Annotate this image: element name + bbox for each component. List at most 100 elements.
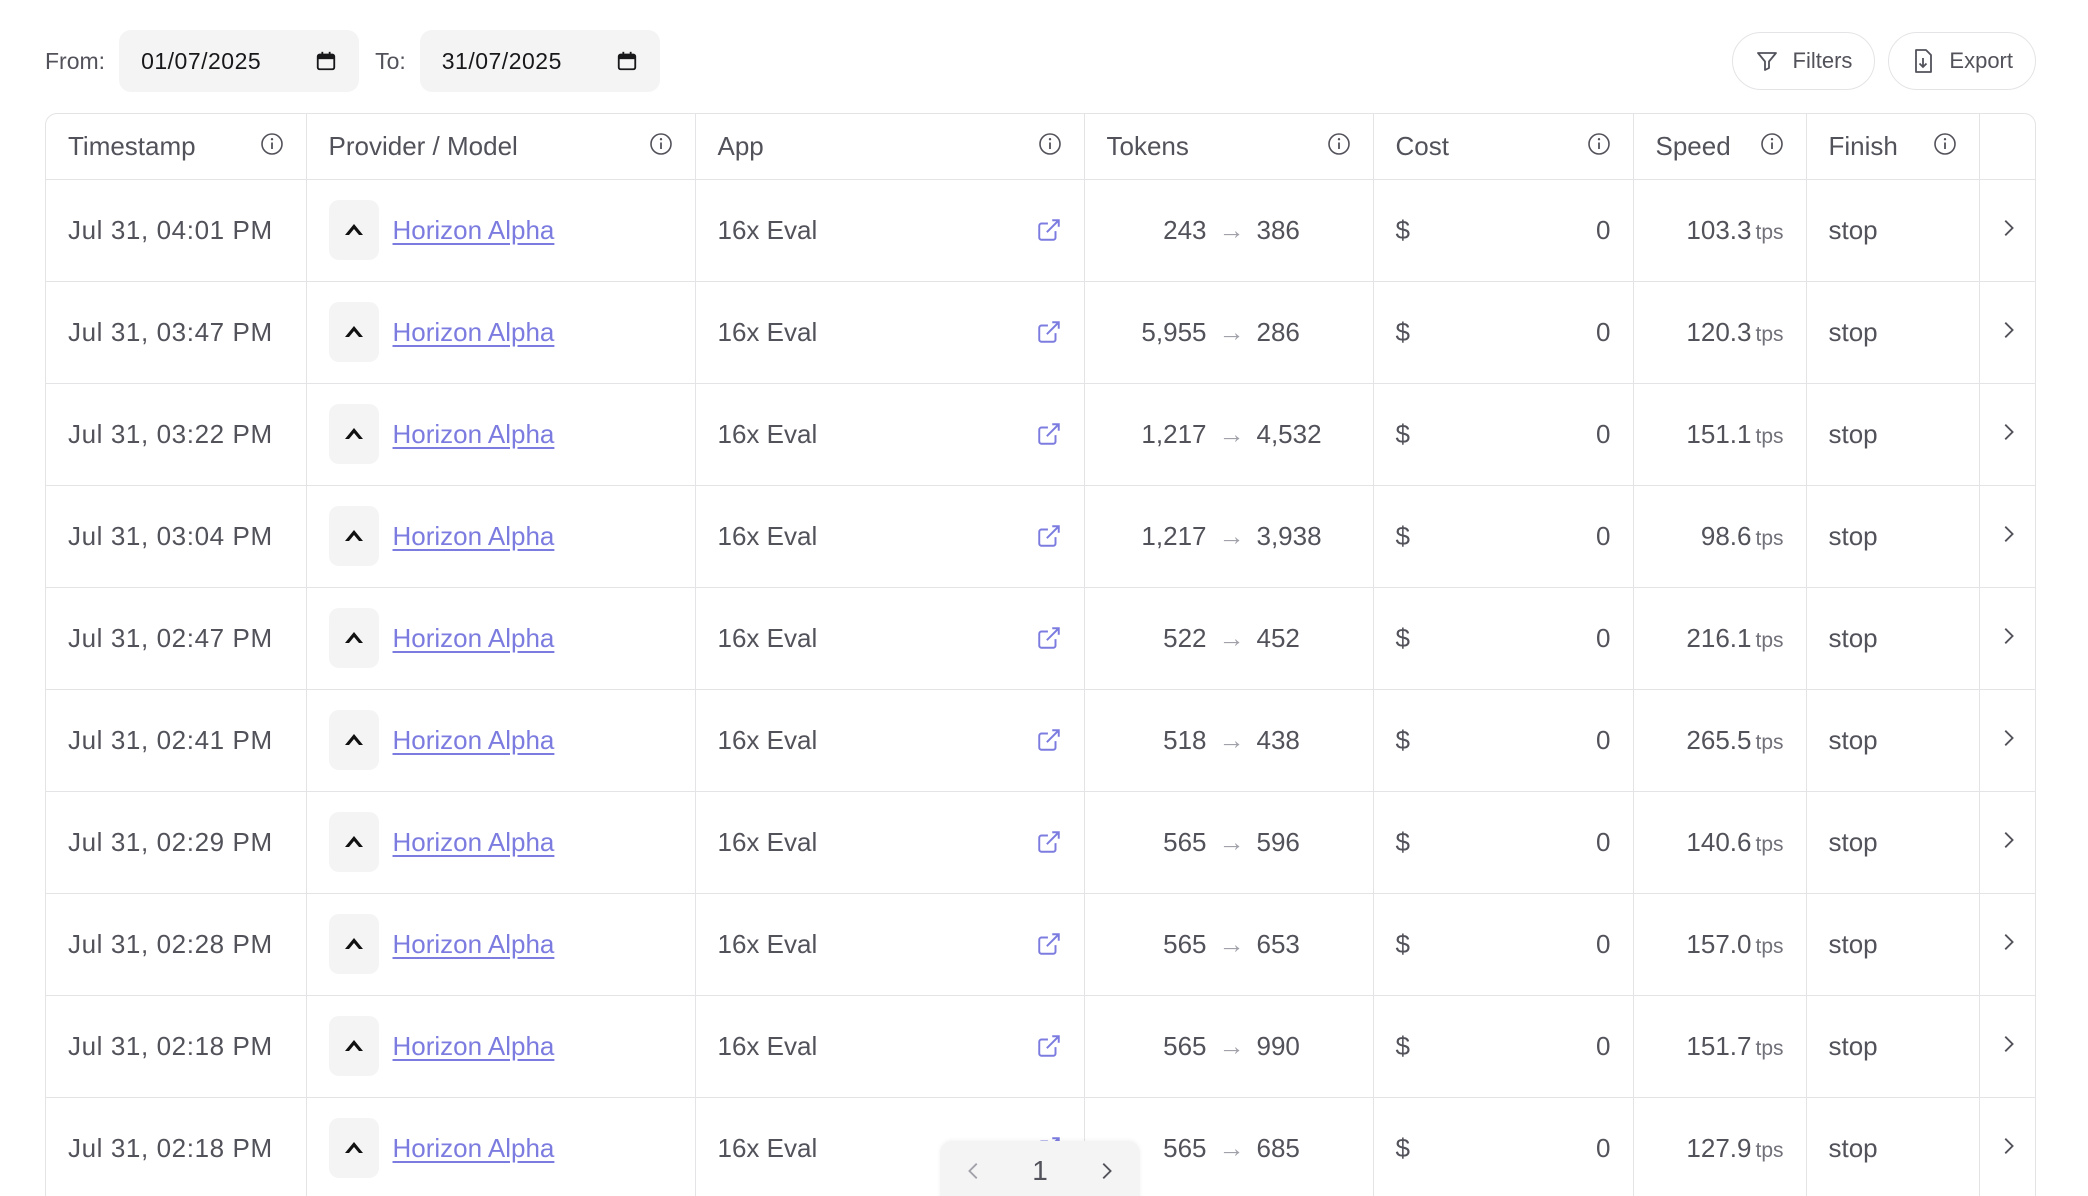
cost-value: 0: [1596, 724, 1611, 755]
chevron-right-icon[interactable]: [1997, 217, 2019, 239]
provider-model-cell: Horizon Alpha: [306, 587, 696, 690]
model-link[interactable]: Horizon Alpha: [393, 725, 555, 756]
external-link-icon[interactable]: [1036, 727, 1062, 753]
tokens-output: 4,532: [1256, 418, 1322, 449]
external-link-icon[interactable]: [1036, 829, 1062, 855]
chevron-left-icon[interactable]: [963, 1159, 985, 1183]
finish-reason: stop: [1828, 1132, 1878, 1163]
column-header-provider-model[interactable]: Provider / Model: [306, 114, 696, 180]
table-row[interactable]: Jul 31, 03:04 PM Horizon Alpha 16x Eval …: [46, 485, 2035, 588]
external-link-icon[interactable]: [1036, 421, 1062, 447]
info-icon[interactable]: [1760, 132, 1784, 156]
table-row[interactable]: Jul 31, 02:28 PM Horizon Alpha 16x Eval …: [46, 893, 2035, 996]
chevron-right-icon[interactable]: [1997, 319, 2019, 341]
model-link[interactable]: Horizon Alpha: [393, 1133, 555, 1164]
row-expand-cell[interactable]: [1979, 689, 2035, 792]
model-link[interactable]: Horizon Alpha: [393, 929, 555, 960]
chevron-right-icon[interactable]: [1997, 1135, 2019, 1157]
model-link[interactable]: Horizon Alpha: [393, 419, 555, 450]
info-icon[interactable]: [1933, 132, 1957, 156]
timestamp: Jul 31, 02:18 PM: [68, 1030, 273, 1061]
model-link[interactable]: Horizon Alpha: [393, 521, 555, 552]
table-row[interactable]: Jul 31, 02:41 PM Horizon Alpha 16x Eval …: [46, 689, 2035, 792]
timestamp: Jul 31, 02:47 PM: [68, 622, 273, 653]
row-expand-cell[interactable]: [1979, 281, 2035, 384]
external-link-icon[interactable]: [1036, 931, 1062, 957]
info-icon[interactable]: [1587, 132, 1611, 156]
speed-unit: tps: [1755, 220, 1784, 244]
cost-cell: $0: [1373, 995, 1634, 1098]
table-row[interactable]: Jul 31, 03:47 PM Horizon Alpha 16x Eval …: [46, 281, 2035, 384]
model-link[interactable]: Horizon Alpha: [393, 317, 555, 348]
external-link-icon[interactable]: [1036, 625, 1062, 651]
finish-cell: stop: [1806, 1097, 1980, 1196]
chevron-right-icon[interactable]: [1997, 1033, 2019, 1055]
finish-cell: stop: [1806, 995, 1980, 1098]
external-link-icon[interactable]: [1036, 523, 1062, 549]
model-link[interactable]: Horizon Alpha: [393, 623, 555, 654]
provider-model-cell: Horizon Alpha: [306, 179, 696, 282]
currency-symbol: $: [1395, 418, 1410, 449]
model-link[interactable]: Horizon Alpha: [393, 827, 555, 858]
chevron-right-icon[interactable]: [1997, 421, 2019, 443]
calendar-icon[interactable]: [616, 50, 638, 72]
tokens-cell: 522 → 452: [1084, 587, 1374, 690]
external-link-icon[interactable]: [1036, 319, 1062, 345]
speed-value: 98.6: [1700, 520, 1752, 551]
row-expand-cell[interactable]: [1979, 383, 2035, 486]
column-header-app[interactable]: App: [695, 114, 1085, 180]
arrow-right-icon: →: [1218, 928, 1245, 959]
chevron-right-icon[interactable]: [1997, 829, 2019, 851]
arrow-right-icon: →: [1218, 520, 1245, 551]
model-link[interactable]: Horizon Alpha: [393, 215, 555, 246]
column-header-timestamp[interactable]: Timestamp: [46, 114, 307, 180]
info-icon[interactable]: [649, 132, 673, 156]
column-header-tokens[interactable]: Tokens: [1084, 114, 1374, 180]
chevron-right-icon[interactable]: [1997, 727, 2019, 749]
speed-cell: 151.7 tps: [1633, 995, 1807, 1098]
row-expand-cell[interactable]: [1979, 791, 2035, 894]
finish-reason: stop: [1828, 418, 1878, 449]
app-cell: 16x Eval: [695, 689, 1085, 792]
table-row[interactable]: Jul 31, 02:18 PM Horizon Alpha 16x Eval …: [46, 995, 2035, 1098]
app-name: 16x Eval: [717, 1132, 818, 1163]
info-icon[interactable]: [1038, 132, 1062, 156]
column-header-finish[interactable]: Finish: [1806, 114, 1980, 180]
app-name: 16x Eval: [717, 724, 818, 755]
row-expand-cell[interactable]: [1979, 893, 2035, 996]
to-date-input[interactable]: 31/07/2025: [419, 30, 660, 92]
column-header-cost[interactable]: Cost: [1373, 114, 1634, 180]
export-button[interactable]: Export: [1888, 32, 2036, 90]
table-row[interactable]: Jul 31, 02:47 PM Horizon Alpha 16x Eval …: [46, 587, 2035, 690]
table-row[interactable]: Jul 31, 04:01 PM Horizon Alpha 16x Eval …: [46, 179, 2035, 282]
chevron-right-icon[interactable]: [1997, 523, 2019, 545]
row-expand-cell[interactable]: [1979, 179, 2035, 282]
info-icon[interactable]: [1327, 132, 1351, 156]
cost-cell: $0: [1373, 179, 1634, 282]
column-header-speed[interactable]: Speed: [1633, 114, 1807, 180]
external-link-icon[interactable]: [1036, 217, 1062, 243]
tokens-output: 438: [1256, 724, 1300, 755]
speed-unit: tps: [1755, 832, 1784, 856]
external-link-icon[interactable]: [1036, 1033, 1062, 1059]
finish-reason: stop: [1828, 1030, 1878, 1061]
chevron-right-icon[interactable]: [1997, 625, 2019, 647]
row-expand-cell[interactable]: [1979, 995, 2035, 1098]
row-expand-cell[interactable]: [1979, 587, 2035, 690]
to-label: To:: [375, 47, 406, 74]
filters-button[interactable]: Filters: [1731, 32, 1876, 90]
row-expand-cell[interactable]: [1979, 1097, 2035, 1196]
chevron-right-icon[interactable]: [1997, 931, 2019, 953]
table-row[interactable]: Jul 31, 03:22 PM Horizon Alpha 16x Eval …: [46, 383, 2035, 486]
speed-unit: tps: [1755, 424, 1784, 448]
table-row[interactable]: Jul 31, 02:29 PM Horizon Alpha 16x Eval …: [46, 791, 2035, 894]
speed-unit: tps: [1755, 730, 1784, 754]
calendar-icon[interactable]: [315, 50, 337, 72]
timestamp-cell: Jul 31, 03:22 PM: [46, 383, 307, 486]
info-icon[interactable]: [260, 132, 284, 156]
timestamp-cell: Jul 31, 02:47 PM: [46, 587, 307, 690]
chevron-right-icon[interactable]: [1095, 1159, 1117, 1183]
model-link[interactable]: Horizon Alpha: [393, 1031, 555, 1062]
from-date-input[interactable]: 01/07/2025: [119, 30, 360, 92]
row-expand-cell[interactable]: [1979, 485, 2035, 588]
